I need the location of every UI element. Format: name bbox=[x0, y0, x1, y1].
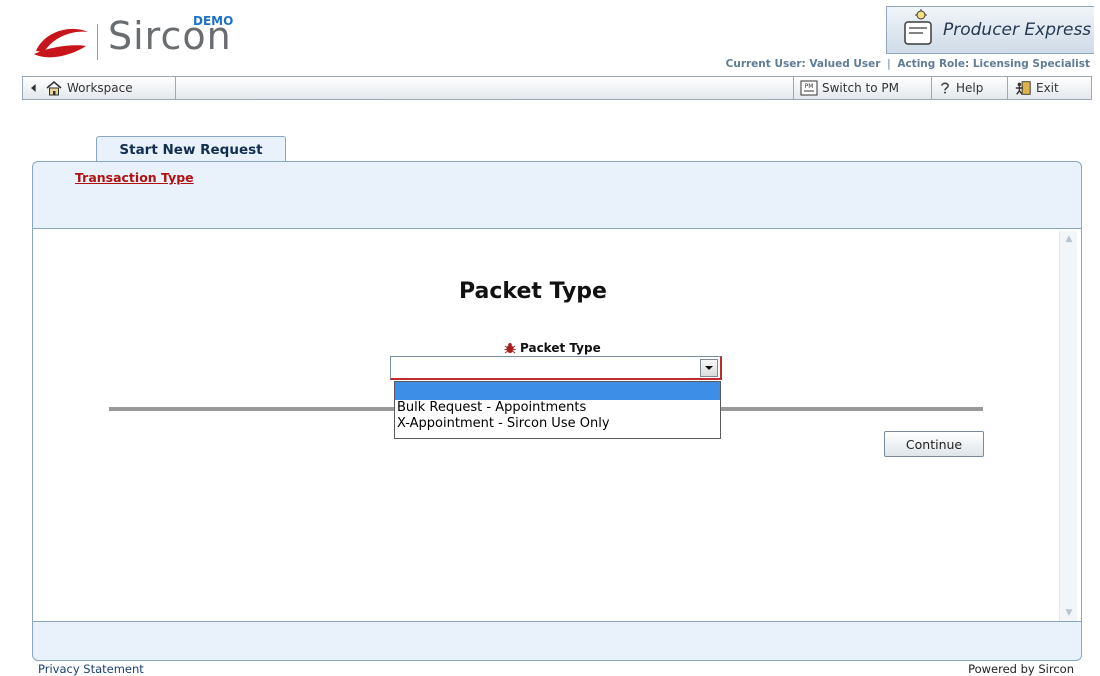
pm-icon: PM bbox=[800, 80, 818, 96]
tab-start-new-request[interactable]: Start New Request bbox=[96, 136, 286, 162]
required-bug-icon bbox=[504, 343, 516, 354]
packet-type-options-list[interactable]: Bulk Request - Appointments X-Appointmen… bbox=[394, 381, 721, 439]
page-title: Packet Type bbox=[459, 279, 607, 304]
top-toolbar: Workspace PM Switch to PM Help Exit bbox=[22, 76, 1092, 100]
svg-text:PM: PM bbox=[805, 83, 814, 90]
chevron-down-icon bbox=[705, 366, 713, 370]
app-header: Sircon DEMO Producer Express Current Use… bbox=[0, 0, 1100, 76]
workspace-button[interactable]: Workspace bbox=[23, 77, 176, 99]
vertical-scrollbar[interactable]: ▲ ▼ bbox=[1059, 231, 1077, 621]
packet-type-field-label: Packet Type bbox=[504, 341, 601, 355]
packet-type-label: Packet Type bbox=[520, 341, 601, 355]
producer-express-hand-icon bbox=[904, 9, 932, 45]
packet-type-select[interactable] bbox=[390, 356, 722, 380]
switch-to-pm-button[interactable]: PM Switch to PM bbox=[793, 77, 905, 99]
logo-divider bbox=[97, 24, 98, 60]
dropdown-option-bulk-request[interactable]: Bulk Request - Appointments bbox=[395, 400, 720, 416]
powered-by-text: Powered by Sircon bbox=[968, 662, 1074, 676]
help-button[interactable]: Help bbox=[931, 77, 989, 99]
dropdown-option-blank[interactable] bbox=[395, 382, 720, 400]
switch-to-pm-label: Switch to PM bbox=[822, 81, 899, 95]
back-arrow-icon bbox=[31, 84, 36, 92]
help-label: Help bbox=[956, 81, 984, 95]
sircon-swoosh-icon bbox=[34, 28, 88, 58]
request-panel: Transaction Type Packet Type Packet Type… bbox=[32, 161, 1082, 661]
dropdown-option-x-appointment[interactable]: X-Appointment - Sircon Use Only bbox=[395, 416, 720, 432]
home-icon bbox=[46, 81, 62, 96]
dropdown-arrow-button[interactable] bbox=[700, 359, 718, 377]
acting-role: Acting Role: Licensing Specialist bbox=[897, 58, 1090, 70]
content-area: Packet Type Packet Type Bulk Request - A… bbox=[33, 228, 1081, 622]
scroll-down-icon[interactable]: ▼ bbox=[1061, 605, 1077, 621]
demo-badge: DEMO bbox=[193, 14, 234, 28]
user-separator: | bbox=[887, 58, 891, 70]
exit-button[interactable]: Exit bbox=[1007, 77, 1093, 99]
producer-express-badge: Producer Express bbox=[886, 6, 1094, 54]
current-user: Current User: Valued User bbox=[725, 58, 881, 70]
transaction-type-link[interactable]: Transaction Type bbox=[75, 170, 194, 185]
privacy-statement-link[interactable]: Privacy Statement bbox=[38, 662, 144, 676]
continue-button[interactable]: Continue bbox=[884, 431, 984, 457]
help-icon bbox=[941, 82, 949, 94]
workspace-label: Workspace bbox=[67, 81, 133, 95]
product-name: Producer Express bbox=[943, 20, 1092, 40]
scroll-up-icon[interactable]: ▲ bbox=[1061, 231, 1077, 247]
exit-icon bbox=[1015, 81, 1031, 95]
user-info: Current User: Valued User | Acting Role:… bbox=[726, 58, 1090, 70]
exit-label: Exit bbox=[1036, 81, 1059, 95]
